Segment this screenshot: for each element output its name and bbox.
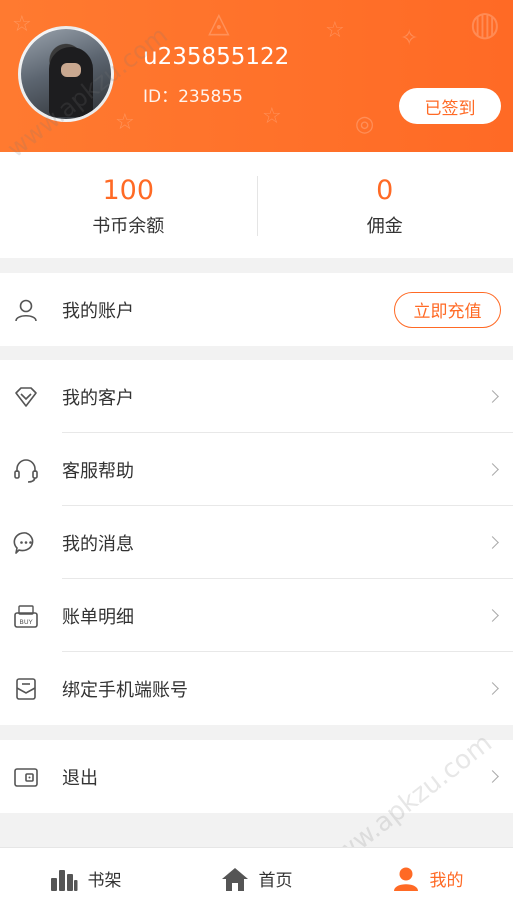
profile-header: ☆ ◬ ☆ ✧ ◍ ☆ ☆ ◎ u235855122 ID：235855 已签到 — [0, 0, 513, 152]
star-decoration-icon: ☆ — [12, 12, 32, 37]
chevron-right-icon — [486, 390, 499, 403]
svg-text:BUY: BUY — [19, 618, 32, 626]
menu-item-label: 我的消息 — [62, 533, 134, 555]
tab-mine[interactable]: 我的 — [342, 848, 513, 909]
tab-label: 首页 — [258, 871, 293, 891]
divider — [257, 176, 258, 236]
menu-section: 我的客户 客服帮助 我的消息 BUY 账单明细 绑定手机端账号 — [0, 360, 513, 725]
message-icon — [13, 531, 34, 554]
menu-item-billing-details[interactable]: BUY 账单明细 — [0, 579, 513, 652]
menu-item-label: 我的客户 — [62, 387, 134, 409]
ufo-decoration-icon: ✧ — [400, 26, 419, 51]
planet-decoration-icon: ◎ — [355, 112, 375, 137]
chevron-right-icon — [486, 536, 499, 549]
my-account-row[interactable]: 我的账户 立即充值 — [0, 273, 513, 346]
commission-label: 佣金 — [366, 216, 403, 237]
user-icon — [393, 867, 418, 891]
tab-home[interactable]: 首页 — [171, 848, 342, 909]
bind-phone-icon — [16, 677, 36, 700]
balance-stats: 100 书币余额 0 佣金 — [0, 152, 513, 258]
commission[interactable]: 0 佣金 — [257, 152, 513, 258]
wallet-icon — [14, 767, 38, 787]
menu-item-bind-phone[interactable]: 绑定手机端账号 — [0, 652, 513, 725]
username: u235855122 — [143, 44, 290, 70]
user-icon — [15, 299, 37, 321]
logout-section: 退出 — [0, 740, 513, 813]
coin-balance-value: 100 — [102, 175, 155, 206]
bookshelf-icon — [50, 869, 77, 891]
planet-decoration-icon: ◍ — [470, 4, 500, 44]
star-decoration-icon: ☆ — [262, 104, 282, 129]
logout-label: 退出 — [62, 767, 98, 789]
logout-row[interactable]: 退出 — [0, 740, 513, 813]
bill-icon: BUY — [14, 604, 38, 628]
star-decoration-icon: ☆ — [115, 110, 135, 135]
menu-item-my-messages[interactable]: 我的消息 — [0, 506, 513, 579]
headset-icon — [14, 458, 38, 483]
chevron-right-icon — [486, 770, 499, 783]
avatar[interactable] — [18, 26, 114, 122]
tab-label: 我的 — [429, 871, 464, 891]
account-section: 我的账户 立即充值 — [0, 273, 513, 346]
chevron-right-icon — [486, 463, 499, 476]
commission-value: 0 — [376, 175, 394, 206]
menu-item-label: 账单明细 — [62, 606, 134, 628]
coin-balance[interactable]: 100 书币余额 — [0, 152, 257, 258]
user-id: ID：235855 — [143, 87, 243, 107]
menu-item-my-customers[interactable]: 我的客户 — [0, 360, 513, 433]
eye-decoration-icon: ◬ — [208, 6, 230, 39]
recharge-button[interactable]: 立即充值 — [394, 291, 501, 328]
my-account-label: 我的账户 — [62, 300, 134, 322]
menu-item-customer-help[interactable]: 客服帮助 — [0, 433, 513, 506]
diamond-icon — [15, 386, 37, 407]
tab-bookshelf[interactable]: 书架 — [0, 848, 171, 909]
star-decoration-icon: ☆ — [325, 18, 345, 43]
chevron-right-icon — [486, 682, 499, 695]
menu-item-label: 绑定手机端账号 — [62, 679, 188, 701]
bottom-tab-bar: 书架 首页 我的 — [0, 847, 513, 909]
coin-balance-label: 书币余额 — [92, 216, 165, 237]
signed-in-button[interactable]: 已签到 — [399, 88, 501, 124]
tab-label: 书架 — [87, 871, 122, 891]
menu-item-label: 客服帮助 — [62, 460, 134, 482]
home-icon — [221, 867, 248, 891]
chevron-right-icon — [486, 609, 499, 622]
